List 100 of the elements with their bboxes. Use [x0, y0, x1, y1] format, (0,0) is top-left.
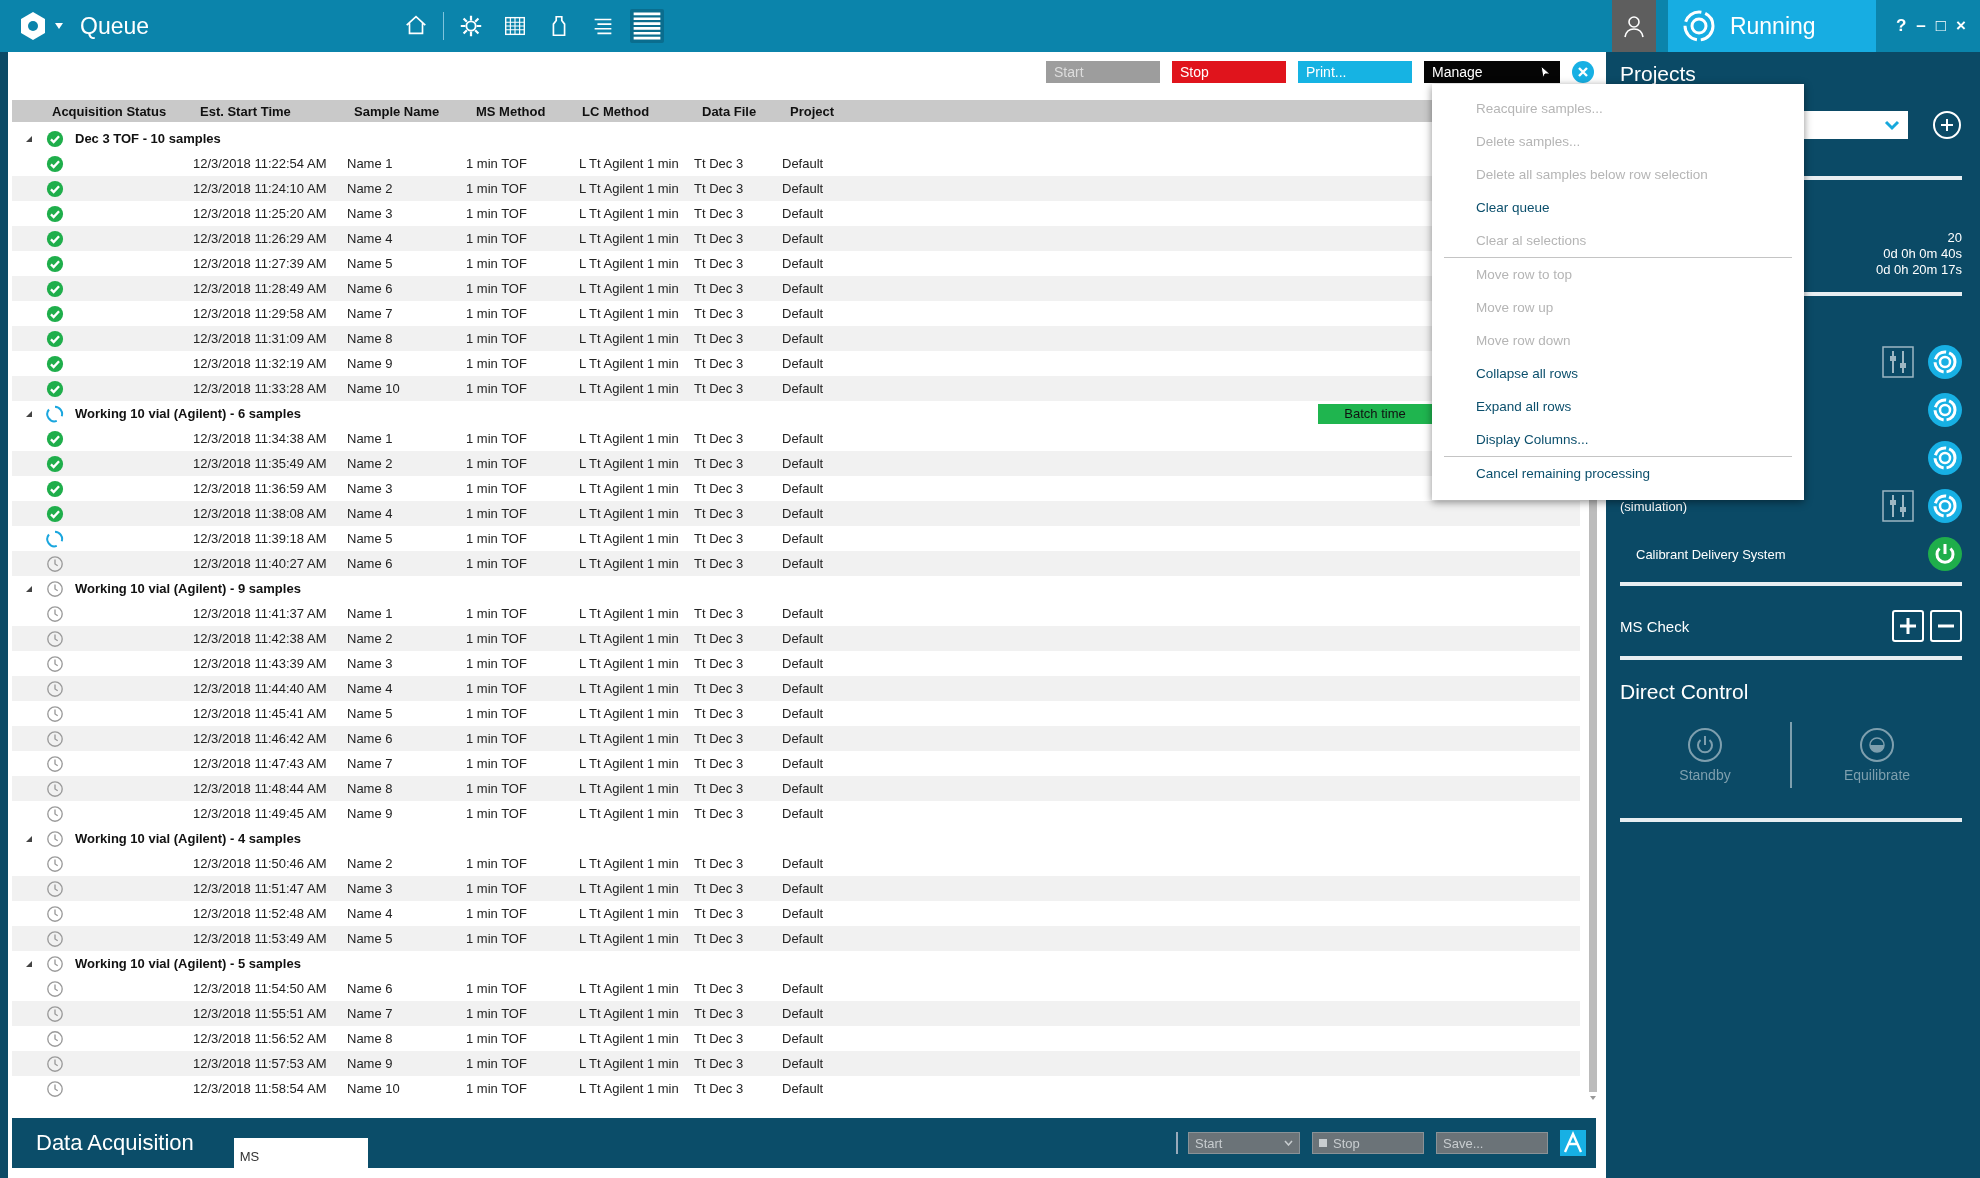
stat-value: 0d 0h 20m 17s [1876, 262, 1962, 278]
power-icon [1687, 727, 1723, 763]
window-control[interactable]: ? [1895, 16, 1907, 36]
menu-item[interactable]: Clear queue [1432, 191, 1804, 224]
table-cell: Name 5 [347, 706, 393, 721]
table-cell: Name 3 [347, 656, 393, 671]
stat-value: 20 [1947, 230, 1962, 246]
column-header[interactable]: Acquisition Status [52, 103, 200, 119]
table-cell: Tt Dec 3 [694, 706, 744, 721]
table-cell: Default [782, 506, 824, 521]
print-button[interactable]: Print... [1298, 61, 1412, 83]
table-cell: Name 8 [347, 331, 393, 346]
table-cell: Name 3 [347, 881, 393, 896]
table-cell: Name 2 [347, 456, 393, 471]
table-cell: Default [782, 231, 824, 246]
input-field[interactable]: MS [233, 1138, 368, 1168]
clock-icon [46, 1079, 64, 1098]
scroll-down-icon[interactable] [1589, 1095, 1597, 1101]
menu-item[interactable]: Cancel remaining processing [1432, 457, 1804, 490]
power-icon[interactable] [1928, 537, 1962, 571]
user-button[interactable] [1611, 0, 1656, 52]
close-icon[interactable] [1572, 61, 1594, 83]
table-cell: 12/3/2018 11:24:10 AM [193, 181, 327, 196]
table-cell: Name 10 [347, 1081, 400, 1096]
stop-button[interactable]: Stop [1312, 1132, 1424, 1154]
table-cell: Name 6 [347, 556, 393, 571]
table-cell: Name 9 [347, 356, 393, 371]
column-header[interactable]: Est. Start Time [200, 103, 354, 119]
table-cell: L Tt Agilent 1 min [579, 456, 679, 471]
save-button[interactable]: Save... [1436, 1132, 1548, 1154]
cursor-icon [1540, 65, 1552, 79]
table-cell: 1 min TOF [466, 481, 527, 496]
check-icon [46, 504, 64, 523]
table-cell: Default [782, 381, 824, 396]
table-cell: Tt Dec 3 [694, 281, 744, 296]
plus-button[interactable] [1892, 610, 1924, 642]
table-cell: Tt Dec 3 [694, 1006, 744, 1021]
table-cell: Default [782, 756, 824, 771]
ring-icon[interactable] [1928, 489, 1962, 523]
table-cell: 1 min TOF [466, 306, 527, 321]
menu-item[interactable]: Expand all rows [1432, 390, 1804, 423]
clock-icon [46, 854, 64, 873]
minus-button[interactable] [1930, 610, 1962, 642]
table-cell: Tt Dec 3 [694, 756, 744, 771]
menu-item[interactable]: Display Columns... [1432, 423, 1804, 456]
table-cell: L Tt Agilent 1 min [579, 706, 679, 721]
check-icon [46, 354, 64, 373]
table-cell: Name 5 [347, 531, 393, 546]
table-cell: Default [782, 206, 824, 221]
menu-item[interactable]: Collapse all rows [1432, 357, 1804, 390]
collapse-arrow-icon[interactable] [25, 834, 33, 843]
collapse-arrow-icon[interactable] [25, 959, 33, 968]
window-control[interactable]: □ [1935, 16, 1947, 36]
table-cell: L Tt Agilent 1 min [579, 231, 679, 246]
table-cell: 12/3/2018 11:45:41 AM [193, 706, 327, 721]
ring-icon[interactable] [1928, 441, 1962, 475]
start-dropdown[interactable]: Start [1188, 1132, 1300, 1154]
table-cell: Default [782, 856, 824, 871]
hexagon-logo-icon[interactable] [18, 11, 48, 41]
table-cell: L Tt Agilent 1 min [579, 631, 679, 646]
ring-icon[interactable] [1928, 393, 1962, 427]
caret-icon[interactable] [54, 22, 64, 30]
clock-icon [46, 754, 64, 773]
window-control[interactable]: – [1916, 16, 1926, 36]
ring-icon[interactable] [1928, 345, 1962, 379]
window-control[interactable]: × [1956, 16, 1966, 36]
table-cell: Tt Dec 3 [694, 931, 744, 946]
collapse-arrow-icon[interactable] [25, 134, 33, 143]
sliders-icon[interactable] [1882, 346, 1914, 378]
table-cell: L Tt Agilent 1 min [579, 1081, 679, 1096]
table-cell: L Tt Agilent 1 min [579, 156, 679, 171]
table-cell: Name 8 [347, 1031, 393, 1046]
table-cell: Tt Dec 3 [694, 331, 744, 346]
table-cell: L Tt Agilent 1 min [579, 656, 679, 671]
balance-icon [1859, 727, 1895, 763]
sliders-icon[interactable] [1882, 490, 1914, 522]
table-cell: Name 1 [347, 156, 393, 171]
table-cell: 1 min TOF [466, 531, 527, 546]
clock-icon [46, 829, 64, 848]
table-cell: L Tt Agilent 1 min [579, 756, 679, 771]
table-cell: Tt Dec 3 [694, 631, 744, 646]
table-cell: Default [782, 681, 824, 696]
stop-button[interactable]: Stop [1172, 61, 1286, 83]
column-header[interactable]: LC Method [582, 103, 702, 119]
collapse-arrow-icon[interactable] [25, 409, 33, 418]
table-cell: 12/3/2018 11:48:44 AM [193, 781, 327, 796]
table-cell: Tt Dec 3 [694, 481, 744, 496]
clock-icon [46, 929, 64, 948]
table-cell: Name 9 [347, 1056, 393, 1071]
status-text: Running [1729, 12, 1816, 40]
add-icon[interactable] [1932, 110, 1962, 140]
collapse-arrow-icon[interactable] [25, 584, 33, 593]
table-cell: Default [782, 156, 824, 171]
manage-button[interactable]: Manage [1424, 61, 1560, 83]
stacked-list-icon[interactable] [630, 9, 665, 43]
column-header[interactable]: Sample Name [354, 103, 476, 119]
column-header[interactable]: Data File [702, 103, 790, 119]
column-header[interactable]: MS Method [476, 103, 582, 119]
table-cell: Tt Dec 3 [694, 781, 744, 796]
table-cell: 12/3/2018 11:51:47 AM [193, 881, 327, 896]
